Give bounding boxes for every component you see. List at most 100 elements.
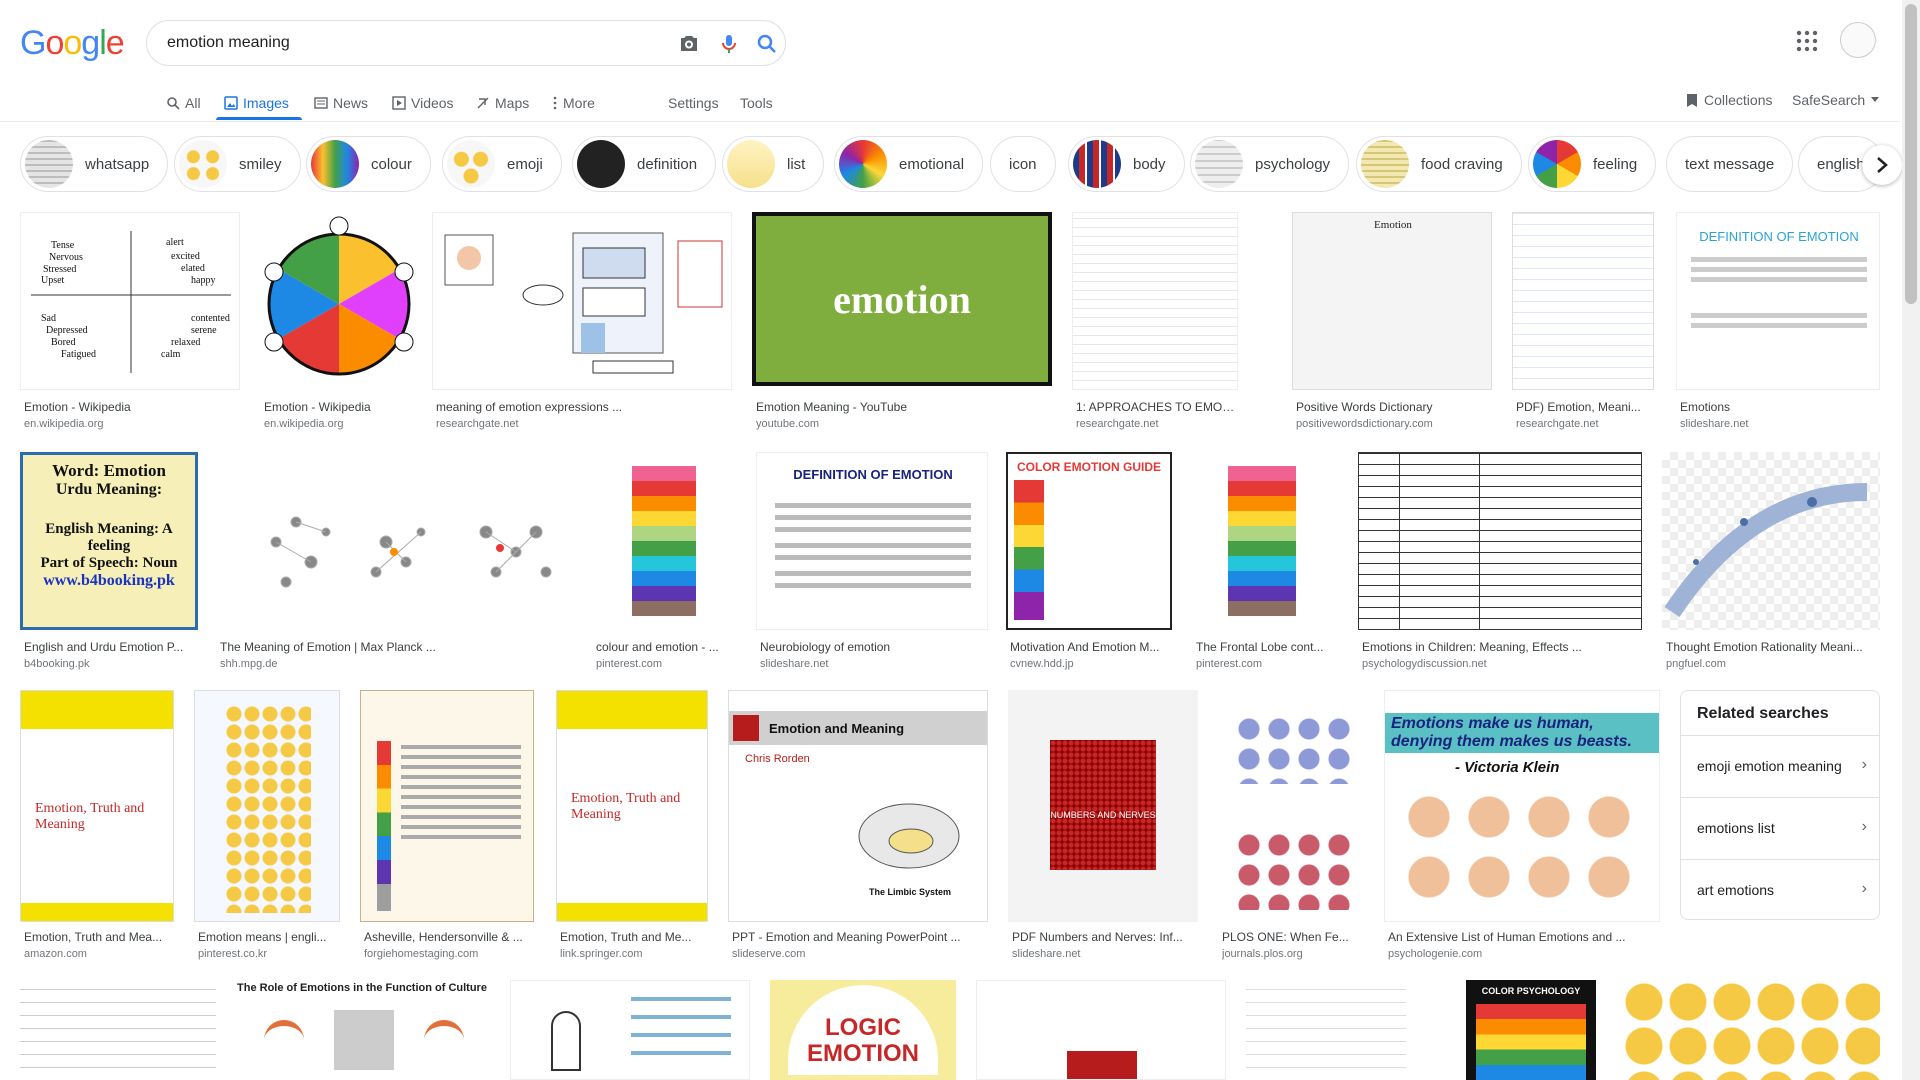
- search-input[interactable]: emotion meaning: [167, 34, 290, 52]
- result-source[interactable]: psychologenie.com: [1388, 948, 1660, 960]
- image-result[interactable]: meaning of emotion expressions ... resea…: [432, 212, 732, 430]
- tab-videos[interactable]: Videos: [392, 92, 454, 114]
- image-result[interactable]: LOGIC EMOTION: [770, 980, 956, 1080]
- result-title[interactable]: meaning of emotion expressions ...: [436, 400, 728, 414]
- result-source[interactable]: pinterest.com: [1196, 658, 1336, 670]
- result-source[interactable]: researchgate.net: [1076, 418, 1236, 430]
- image-thumbnail[interactable]: Emotions make us human, denying them mak…: [1384, 690, 1660, 922]
- result-source[interactable]: shh.mpg.de: [220, 658, 570, 670]
- image-thumbnail[interactable]: NUMBERS AND NERVES: [1008, 690, 1198, 922]
- result-source[interactable]: pinterest.co.kr: [198, 948, 340, 960]
- result-source[interactable]: journals.plos.org: [1222, 948, 1364, 960]
- tools-link[interactable]: Tools: [740, 92, 773, 114]
- image-thumbnail[interactable]: Emotion, Truth and Meaning: [20, 690, 174, 922]
- scrollbar-thumb[interactable]: [1905, 4, 1917, 304]
- image-result[interactable]: [976, 980, 1226, 1080]
- tab-more[interactable]: More: [552, 92, 595, 114]
- result-title[interactable]: English and Urdu Emotion P...: [24, 640, 196, 654]
- image-thumbnail[interactable]: [432, 212, 732, 390]
- image-thumbnail[interactable]: The Role of Emotions in the Function of …: [234, 980, 490, 1080]
- image-result[interactable]: The Meaning of Emotion | Max Planck ... …: [216, 452, 572, 670]
- chip-emoji[interactable]: emoji: [442, 136, 562, 192]
- result-title[interactable]: An Extensive List of Human Emotions and …: [1388, 930, 1660, 944]
- result-title[interactable]: Emotion - Wikipedia: [264, 400, 414, 414]
- chip-list[interactable]: list: [722, 136, 825, 192]
- result-title[interactable]: PDF Numbers and Nerves: Inf...: [1012, 930, 1198, 944]
- image-thumbnail[interactable]: [1218, 690, 1364, 922]
- image-result[interactable]: The Frontal Lobe cont... pinterest.com: [1192, 452, 1336, 670]
- result-title[interactable]: Neurobiology of emotion: [760, 640, 988, 654]
- result-source[interactable]: cvnew.hdd.jp: [1010, 658, 1170, 670]
- result-source[interactable]: slideserve.com: [732, 948, 988, 960]
- chip-body[interactable]: body: [1068, 136, 1185, 192]
- image-thumbnail[interactable]: [510, 980, 750, 1080]
- image-result[interactable]: PLOS ONE: When Fe... journals.plos.org: [1218, 690, 1364, 960]
- image-thumbnail[interactable]: emotion: [752, 212, 1052, 386]
- image-thumbnail[interactable]: [216, 452, 572, 630]
- result-title[interactable]: Asheville, Hendersonville & ...: [364, 930, 534, 944]
- image-result[interactable]: Emotion Positive Words Dictionary positi…: [1292, 212, 1492, 430]
- chip-colour[interactable]: colour: [306, 136, 431, 192]
- image-thumbnail[interactable]: DEFINITION OF EMOTION: [1676, 212, 1880, 390]
- result-source[interactable]: pngfuel.com: [1666, 658, 1878, 670]
- image-result[interactable]: [510, 980, 750, 1080]
- chip-smiley[interactable]: smiley: [174, 136, 301, 192]
- image-thumbnail[interactable]: COLOR PSYCHOLOGY: [1466, 980, 1596, 1080]
- image-result[interactable]: colour and emotion - ... pinterest.com: [592, 452, 736, 670]
- image-result[interactable]: Asheville, Hendersonville & ... forgieho…: [360, 690, 534, 960]
- microphone-icon[interactable]: [717, 32, 741, 56]
- image-thumbnail[interactable]: [194, 690, 340, 922]
- result-source[interactable]: positivewordsdictionary.com: [1296, 418, 1488, 430]
- image-result[interactable]: [1622, 980, 1880, 1080]
- result-source[interactable]: forgiehomestaging.com: [364, 948, 534, 960]
- image-thumbnail[interactable]: [976, 980, 1226, 1080]
- result-source[interactable]: slideshare.net: [760, 658, 988, 670]
- image-result[interactable]: [1246, 980, 1406, 1080]
- result-title[interactable]: Emotion Meaning - YouTube: [756, 400, 1048, 414]
- image-thumbnail[interactable]: Word: Emotion Urdu Meaning: English Mean…: [20, 452, 198, 630]
- image-result[interactable]: Emotion means | engli... pinterest.co.kr: [194, 690, 340, 960]
- chip-text-message[interactable]: text message: [1666, 136, 1794, 192]
- result-title[interactable]: PPT - Emotion and Meaning PowerPoint ...: [732, 930, 988, 944]
- result-source[interactable]: amazon.com: [24, 948, 174, 960]
- result-title[interactable]: Positive Words Dictionary: [1296, 400, 1488, 414]
- image-thumbnail[interactable]: [1192, 452, 1336, 630]
- result-title[interactable]: The Frontal Lobe cont...: [1196, 640, 1336, 654]
- image-thumbnail[interactable]: DEFINITION OF EMOTION: [756, 452, 988, 630]
- image-thumbnail[interactable]: [1246, 980, 1406, 1080]
- image-result[interactable]: [20, 980, 216, 1080]
- result-title[interactable]: PLOS ONE: When Fe...: [1222, 930, 1364, 944]
- image-result[interactable]: Emotions in Children: Meaning, Effects .…: [1358, 452, 1642, 670]
- account-avatar[interactable]: [1840, 22, 1876, 58]
- related-search-item[interactable]: emoji emotion meaning ›: [1681, 735, 1879, 797]
- tab-maps[interactable]: Maps: [476, 92, 529, 114]
- result-source[interactable]: en.wikipedia.org: [24, 418, 236, 430]
- tab-all[interactable]: All: [166, 92, 201, 114]
- collections-link[interactable]: Collections: [1686, 92, 1772, 108]
- result-source[interactable]: b4booking.pk: [24, 658, 196, 670]
- result-title[interactable]: Motivation And Emotion M...: [1010, 640, 1170, 654]
- result-title[interactable]: colour and emotion - ...: [596, 640, 736, 654]
- chip-whatsapp[interactable]: whatsapp: [20, 136, 169, 192]
- result-source[interactable]: slideshare.net: [1012, 948, 1198, 960]
- image-result[interactable]: Emotion, Truth and Meaning Emotion, Trut…: [556, 690, 708, 960]
- search-icon[interactable]: [755, 32, 779, 56]
- image-thumbnail[interactable]: LOGIC EMOTION: [770, 980, 956, 1080]
- image-result[interactable]: The Role of Emotions in the Function of …: [234, 980, 490, 1080]
- chip-definition[interactable]: definition: [572, 136, 717, 192]
- related-search-item[interactable]: emotions list ›: [1681, 797, 1879, 859]
- tab-images[interactable]: Images: [224, 92, 289, 114]
- image-result[interactable]: emotion Emotion Meaning - YouTube youtub…: [752, 212, 1052, 430]
- camera-icon[interactable]: [677, 32, 701, 56]
- settings-link[interactable]: Settings: [668, 92, 719, 114]
- image-thumbnail[interactable]: [1072, 212, 1238, 390]
- image-thumbnail[interactable]: [1662, 452, 1880, 630]
- apps-grid-icon[interactable]: [1796, 30, 1818, 52]
- image-thumbnail[interactable]: [1622, 980, 1880, 1080]
- safesearch-dropdown[interactable]: SafeSearch: [1792, 92, 1880, 108]
- result-source[interactable]: researchgate.net: [436, 418, 728, 430]
- image-result[interactable]: Emotions make us human, denying them mak…: [1384, 690, 1660, 960]
- image-result[interactable]: COLOR PSYCHOLOGY: [1466, 980, 1596, 1080]
- image-result[interactable]: Emotion and Meaning Chris Rorden The Lim…: [728, 690, 988, 960]
- result-title[interactable]: Emotion, Truth and Mea...: [24, 930, 174, 944]
